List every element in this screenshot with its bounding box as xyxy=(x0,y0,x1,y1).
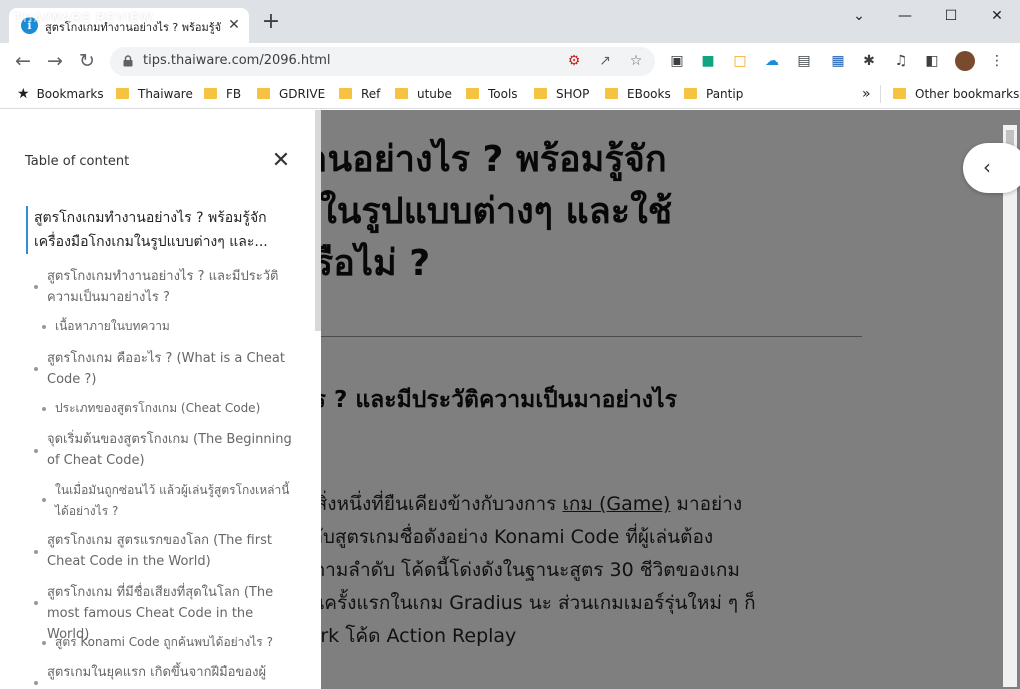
bookmark-folder-label: Tools xyxy=(488,87,518,101)
bookmarks-bar: ★ Bookmarks Thaiware FB GDRIVE Ref utube … xyxy=(0,79,1020,109)
bookmark-star-icon[interactable]: ☆ xyxy=(627,52,645,70)
bookmark-folder-label: SHOP xyxy=(556,87,590,101)
toc-bullet xyxy=(34,449,38,453)
bookmarks-label[interactable]: ★ Bookmarks xyxy=(17,86,104,102)
bookmark-folder-label: Ref xyxy=(361,87,381,101)
site-blocked-icon[interactable]: ⚙ xyxy=(565,52,583,70)
bookmark-folder-shop[interactable]: SHOP xyxy=(534,86,589,102)
folder-icon xyxy=(684,88,697,99)
bookmark-folder-label: Pantip xyxy=(706,87,744,101)
toc-scrollbar[interactable] xyxy=(315,110,321,331)
cloud-extension-icon[interactable]: ☁ xyxy=(763,52,781,70)
close-window-button[interactable]: ✕ xyxy=(974,4,1020,28)
toc-item[interactable]: ประเภทของสูตรโกงเกม (Cheat Code) xyxy=(55,398,293,419)
menu-kebab-icon[interactable]: ⋮ xyxy=(988,52,1006,70)
folder-icon xyxy=(116,88,129,99)
bookmark-folder-utube[interactable]: utube xyxy=(395,86,452,102)
folder-icon xyxy=(893,88,906,99)
toc-bullet xyxy=(34,367,38,371)
toc-bullet xyxy=(42,498,46,502)
toc-item[interactable]: สูตรโกงเกม คืออะไร ? (What is a Cheat Co… xyxy=(47,348,295,390)
bookmarks-label-text: Bookmarks xyxy=(36,87,104,101)
folder-icon xyxy=(466,88,479,99)
share-icon[interactable]: ↗ xyxy=(596,52,614,70)
toc-bullet xyxy=(34,601,38,605)
folder-icon xyxy=(534,88,547,99)
other-bookmarks-label: Other bookmarks xyxy=(915,87,1020,101)
page-scrollbar[interactable] xyxy=(1003,125,1017,687)
bookmark-folder-tools[interactable]: Tools xyxy=(466,86,518,102)
url-text[interactable]: tips.thaiware.com/2096.html xyxy=(143,53,331,68)
toc-item[interactable]: สูตรโกงเกมทำงานอย่างไร ? และมีประวัติ คว… xyxy=(47,266,295,308)
watermark-logo: THAIWARE REVIEW xyxy=(14,10,154,25)
bookmark-folder-label: FB xyxy=(226,87,242,101)
bookmarks-star-icon: ★ xyxy=(17,86,30,102)
toc-bullet xyxy=(34,285,38,289)
reload-icon[interactable]: ↻ xyxy=(75,49,99,73)
folder-icon xyxy=(257,88,270,99)
maximize-button[interactable]: ☐ xyxy=(928,4,974,28)
toc-bullet xyxy=(42,641,46,645)
toc-item[interactable]: สูตรเกมในยุคแรก เกิดขึ้นจากฝีมือของผู้ xyxy=(47,662,295,683)
bookmarks-divider xyxy=(880,85,881,103)
toc-bullet xyxy=(42,325,46,329)
toc-item[interactable]: ในเมื่อมันถูกซ่อนไว้ แล้วผู้เล่นรู้สูตรโ… xyxy=(55,480,293,522)
sidebar-toggle-button[interactable]: ‹ xyxy=(963,143,1020,193)
document-extension-icon[interactable]: ▤ xyxy=(795,52,813,70)
browser-toolbar: ← → ↻ tips.thaiware.com/2096.html ⚙ ↗ ☆ … xyxy=(0,43,1020,79)
toc-item[interactable]: เนื้อหาภายในบทความ xyxy=(55,316,293,337)
other-bookmarks-folder[interactable]: Other bookmarks xyxy=(893,86,1019,102)
side-panel-icon[interactable]: ◧ xyxy=(923,52,941,70)
folder-icon xyxy=(395,88,408,99)
folder-icon xyxy=(339,88,352,99)
toc-bullet xyxy=(42,407,46,411)
new-tab-button[interactable]: + xyxy=(260,11,282,34)
extensions-puzzle-icon[interactable]: ✱ xyxy=(860,52,878,70)
profile-avatar[interactable] xyxy=(955,51,975,71)
bookmark-folder-label: GDRIVE xyxy=(279,87,326,101)
toc-item[interactable]: สูตร Konami Code ถูกค้นพบได้อย่างไร ? xyxy=(55,632,293,653)
bookmark-folder-fb[interactable]: FB xyxy=(204,86,241,102)
more-bookmarks-button[interactable]: » xyxy=(862,86,871,102)
tab-search-icon[interactable]: ⌄ xyxy=(836,4,882,28)
toc-item[interactable]: จุดเริ่มต้นของสูตรโกงเกม (The Beginning … xyxy=(47,429,295,471)
bookmark-folder-label: EBooks xyxy=(627,87,671,101)
toc-title: Table of content xyxy=(25,154,130,169)
folder-icon xyxy=(204,88,217,99)
toc-close-icon[interactable]: ✕ xyxy=(270,150,292,172)
minimize-button[interactable]: — xyxy=(882,4,928,28)
bookmark-folder-gdrive[interactable]: GDRIVE xyxy=(257,86,325,102)
media-queue-icon[interactable]: ♫ xyxy=(892,52,910,70)
toc-item-active[interactable]: สูตรโกงเกมทำงานอย่างไร ? พร้อมรู้จัก เคร… xyxy=(26,206,292,254)
bookmark-folder-ebooks[interactable]: EBooks xyxy=(605,86,671,102)
on-extension-icon[interactable]: ▦ xyxy=(829,52,847,70)
title-bar: i สูตรโกงเกมทำงานอย่างไร ? พร้อมรู้จักเ … xyxy=(0,0,1020,43)
bookmark-folder-label: Thaiware xyxy=(138,87,193,101)
forward-arrow-icon[interactable]: → xyxy=(43,49,67,73)
web-page: มทำงานอย่างไร ? พร้อมรู้จัก กงเกมในรูปแบ… xyxy=(0,110,1020,689)
toc-bullet xyxy=(34,681,38,685)
chevron-left-icon: ‹ xyxy=(983,155,991,179)
folder-extension-icon[interactable]: □ xyxy=(731,52,749,70)
toc-drawer: Table of content ✕ สูตรโกงเกมทำงานอย่างไ… xyxy=(0,110,321,689)
reader-extension-icon[interactable]: ■ xyxy=(699,52,717,70)
folder-icon xyxy=(605,88,618,99)
bookmark-folder-pantip[interactable]: Pantip xyxy=(684,86,743,102)
toc-bullet xyxy=(34,550,38,554)
back-arrow-icon[interactable]: ← xyxy=(11,49,35,73)
toc-item[interactable]: สูตรโกงเกม สูตรแรกของโลก (The first Chea… xyxy=(47,530,295,572)
bookmark-folder-ref[interactable]: Ref xyxy=(339,86,380,102)
image-extension-icon[interactable]: ▣ xyxy=(668,52,686,70)
address-bar[interactable]: tips.thaiware.com/2096.html ⚙ ↗ ☆ xyxy=(110,47,655,76)
bookmark-folder-thaiware[interactable]: Thaiware xyxy=(116,86,193,102)
tab-close-icon[interactable]: ✕ xyxy=(225,16,243,34)
lock-icon xyxy=(123,55,133,67)
bookmark-folder-label: utube xyxy=(417,87,452,101)
